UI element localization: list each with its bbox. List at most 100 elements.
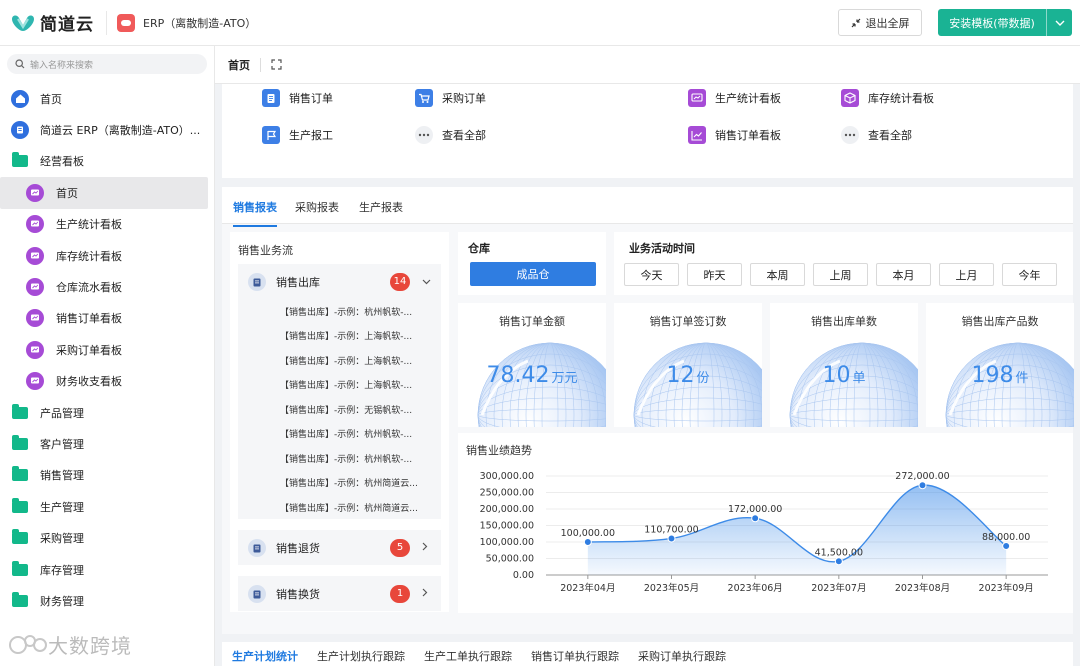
kpi-value: 198 件 bbox=[926, 363, 1074, 388]
kpi-title: 销售出库单数 bbox=[811, 315, 877, 328]
report-tab-2[interactable]: 生产报表 bbox=[359, 199, 403, 215]
shortcut-4[interactable]: 生产报工 bbox=[262, 126, 333, 144]
folder-icon bbox=[10, 434, 30, 453]
fullscreen-icon[interactable] bbox=[271, 59, 282, 70]
brand-logo-icon bbox=[12, 14, 34, 31]
kpi-unit: 万元 bbox=[551, 371, 578, 386]
data-point[interactable] bbox=[1002, 541, 1011, 550]
sidebar-item-label: 产品管理 bbox=[40, 406, 84, 420]
document-icon bbox=[248, 273, 266, 291]
list-item[interactable]: 【销售出库】-示例：杭州简道云... bbox=[238, 495, 441, 520]
list-item[interactable]: 【销售出库】-示例：杭州帆软-... bbox=[238, 422, 441, 447]
sidebar-item-9[interactable]: 财务收支看板 bbox=[0, 366, 215, 397]
sidebar-item-11[interactable]: 客户管理 bbox=[0, 428, 215, 459]
time-filter-button-1[interactable]: 昨天 bbox=[687, 263, 742, 286]
kpi-unit: 单 bbox=[852, 371, 866, 386]
shortcut-7[interactable]: 查看全部 bbox=[841, 126, 912, 144]
sidebar-item-2[interactable]: 经营看板 bbox=[0, 146, 215, 177]
data-point[interactable] bbox=[918, 481, 927, 490]
chevron-down-icon[interactable] bbox=[1047, 9, 1072, 36]
bottom-tab-0[interactable]: 生产计划统计 bbox=[232, 648, 298, 664]
bottom-tab-2[interactable]: 生产工单执行跟踪 bbox=[424, 648, 512, 664]
chevron-down-icon[interactable] bbox=[422, 275, 431, 288]
flow-group-header[interactable]: 销售出库 14 bbox=[238, 264, 441, 299]
logo[interactable]: 简道云 bbox=[10, 10, 106, 35]
sidebar-item-13[interactable]: 生产管理 bbox=[0, 491, 215, 522]
data-point[interactable] bbox=[667, 534, 676, 543]
top-bar: 简道云 ERP（离散制造-ATO） 退出全屏 安装模板(带数据) bbox=[0, 0, 1080, 46]
time-filter-button-4[interactable]: 本月 bbox=[876, 263, 931, 286]
sidebar-item-label: 经营看板 bbox=[40, 155, 84, 169]
list-item[interactable]: 【销售出库】-示例：无锡帆软-... bbox=[238, 397, 441, 422]
bottom-tab-1[interactable]: 生产计划执行跟踪 bbox=[317, 648, 405, 664]
y-tick-label: 0.00 bbox=[513, 570, 534, 581]
dashboard-icon bbox=[26, 309, 44, 328]
shortcut-2[interactable]: 生产统计看板 bbox=[688, 89, 781, 107]
warehouse-finished-goods-button[interactable]: 成品仓 bbox=[470, 262, 596, 286]
data-point[interactable] bbox=[583, 538, 592, 546]
sidebar-item-7[interactable]: 销售订单看板 bbox=[0, 303, 215, 334]
kpi-number: 78.42 bbox=[486, 363, 550, 388]
sidebar-item-4[interactable]: 生产统计看板 bbox=[0, 209, 215, 240]
sidebar-item-label: 销售管理 bbox=[40, 469, 84, 483]
bottom-tab-4[interactable]: 采购订单执行跟踪 bbox=[638, 648, 726, 664]
sidebar-item-label: 采购订单看板 bbox=[56, 343, 122, 357]
search-input[interactable]: 输入名称来搜索 bbox=[7, 54, 207, 74]
folder-icon bbox=[10, 591, 30, 610]
sidebar-item-12[interactable]: 销售管理 bbox=[0, 460, 215, 491]
time-filter-button-2[interactable]: 本周 bbox=[750, 263, 805, 286]
search-icon bbox=[15, 59, 25, 69]
flow-group-header[interactable]: 销售退货 5 bbox=[238, 530, 441, 565]
sidebar-item-15[interactable]: 库存管理 bbox=[0, 554, 215, 585]
shortcut-1[interactable]: 采购订单 bbox=[415, 89, 486, 107]
more-icon bbox=[415, 126, 433, 144]
list-item[interactable]: 【销售出库】-示例：杭州帆软-... bbox=[238, 446, 441, 471]
flow-group-1: 销售退货 5 bbox=[238, 530, 441, 565]
report-tab-0[interactable]: 销售报表 bbox=[233, 199, 277, 227]
kpi-unit: 份 bbox=[696, 371, 710, 386]
sidebar-item-16[interactable]: 财务管理 bbox=[0, 585, 215, 616]
report-panel: 销售报表 采购报表 生产报表 销售业务流 销售出库 14 【销售出库】-示例：杭州帆软-… bbox=[222, 187, 1074, 634]
time-filter-button-5[interactable]: 上月 bbox=[939, 263, 994, 286]
list-item[interactable]: 【销售出库】-示例：上海帆软-... bbox=[238, 348, 441, 373]
dashboard-icon bbox=[26, 340, 44, 359]
time-filter-button-3[interactable]: 上周 bbox=[813, 263, 868, 286]
install-template-button[interactable]: 安装模板(带数据) bbox=[938, 9, 1072, 36]
sidebar-item-3[interactable]: 首页 bbox=[0, 177, 208, 209]
sidebar-item-0[interactable]: 首页 bbox=[0, 83, 215, 114]
sidebar-item-10[interactable]: 产品管理 bbox=[0, 397, 215, 428]
bottom-tab-3[interactable]: 销售订单执行跟踪 bbox=[531, 648, 619, 664]
time-filter-button-0[interactable]: 今天 bbox=[624, 263, 679, 286]
chevron-right-icon[interactable] bbox=[422, 587, 428, 600]
data-point[interactable] bbox=[751, 514, 760, 523]
flow-group-header[interactable]: 销售换货 1 bbox=[238, 576, 441, 611]
exit-fullscreen-button[interactable]: 退出全屏 bbox=[838, 9, 922, 36]
sidebar-item-label: 仓库流水看板 bbox=[56, 281, 122, 295]
sidebar: 输入名称来搜索 首页 简道云 ERP（离散制造-ATO）... 经营看板 首页 生产统计… bbox=[0, 46, 215, 666]
shortcut-3[interactable]: 库存统计看板 bbox=[841, 89, 934, 107]
sales-trend-card: 销售业绩趋势 0.00 50,000.00 100,000.00 150,000.00… bbox=[458, 433, 1073, 613]
sidebar-item-6[interactable]: 仓库流水看板 bbox=[0, 271, 215, 302]
sidebar-item-14[interactable]: 采购管理 bbox=[0, 522, 215, 553]
folder-open-icon bbox=[10, 152, 30, 170]
data-point[interactable] bbox=[834, 557, 843, 566]
kpi-title: 销售订单金额 bbox=[499, 315, 565, 328]
shortcut-6[interactable]: 销售订单看板 bbox=[688, 126, 781, 144]
time-filter-button-6[interactable]: 今年 bbox=[1002, 263, 1057, 286]
chevron-right-icon[interactable] bbox=[422, 541, 428, 554]
y-tick-label: 50,000.00 bbox=[486, 554, 534, 565]
list-item[interactable]: 【销售出库】-示例：上海帆软-... bbox=[238, 324, 441, 349]
tab-home[interactable]: 首页 bbox=[228, 57, 250, 73]
list-item[interactable]: 【销售出库】-示例：杭州帆软-... bbox=[238, 299, 441, 324]
kpi-card-1: 销售订单签订数 12 份 bbox=[614, 303, 762, 427]
kpi-card-2: 销售出库单数 10 单 bbox=[770, 303, 918, 427]
sidebar-item-5[interactable]: 库存统计看板 bbox=[0, 240, 215, 271]
shortcut-0[interactable]: 销售订单 bbox=[262, 89, 333, 107]
shortcut-label: 生产统计看板 bbox=[715, 92, 781, 105]
list-item[interactable]: 【销售出库】-示例：杭州简道云... bbox=[238, 471, 441, 496]
list-item[interactable]: 【销售出库】-示例：上海帆软-... bbox=[238, 373, 441, 398]
report-tab-1[interactable]: 采购报表 bbox=[295, 199, 339, 215]
shortcut-5[interactable]: 查看全部 bbox=[415, 126, 486, 144]
sidebar-item-8[interactable]: 采购订单看板 bbox=[0, 334, 215, 365]
sidebar-item-1[interactable]: 简道云 ERP（离散制造-ATO）... bbox=[0, 114, 215, 145]
